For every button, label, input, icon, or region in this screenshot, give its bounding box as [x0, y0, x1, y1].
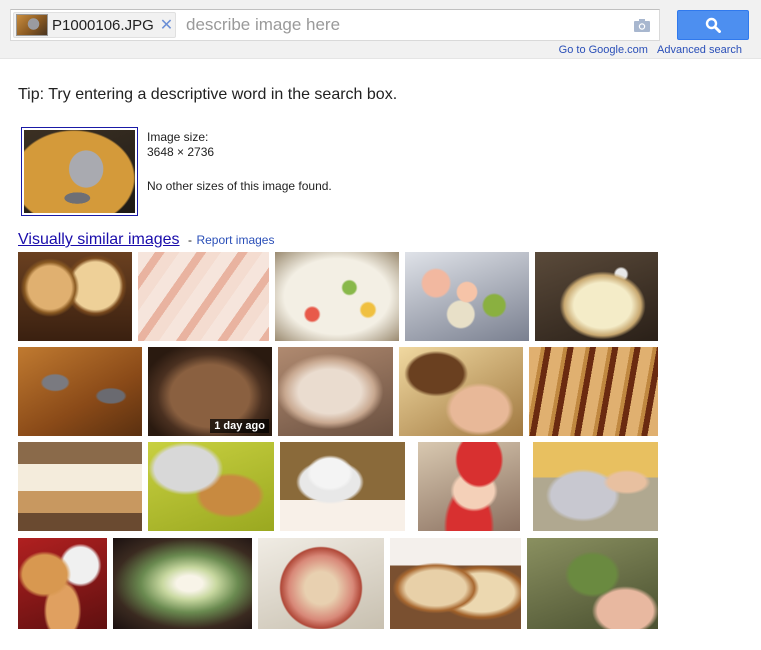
thumb-layered-cake[interactable]: [18, 442, 142, 531]
thumb-rice-salad[interactable]: [275, 252, 399, 341]
image-size-label: Image size:: [147, 130, 209, 144]
image-size-value: 3648 × 2736: [147, 145, 215, 159]
magnifier-icon: [705, 17, 721, 33]
top-search-bar: P1000106.JPG ✕ Go to Google.com Advanced…: [0, 0, 761, 59]
thumb-dog-with-person[interactable]: [148, 442, 274, 531]
thumb-pan-stew[interactable]: 1 day ago: [148, 347, 272, 436]
thumb-bread-slices[interactable]: [390, 538, 521, 629]
thumb-baked-fish[interactable]: [18, 347, 142, 436]
thumb-child-red-hat[interactable]: [418, 442, 520, 531]
advanced-search-link[interactable]: Advanced search: [657, 44, 742, 56]
thumb-sleeping-cat[interactable]: [278, 347, 393, 436]
visually-similar-link[interactable]: Visually similar images: [18, 231, 180, 248]
thumb-nebula[interactable]: [113, 538, 252, 629]
thumb-person-lying[interactable]: [533, 442, 658, 531]
thumb-baguettes[interactable]: [529, 347, 658, 436]
thumb-cream-dessert[interactable]: [535, 252, 658, 341]
search-box[interactable]: P1000106.JPG ✕: [10, 9, 660, 41]
header-links: Go to Google.com Advanced search: [553, 44, 742, 56]
search-input[interactable]: [186, 13, 626, 37]
thumb-sliced-fish[interactable]: [138, 252, 269, 341]
go-to-google-link[interactable]: Go to Google.com: [559, 44, 648, 56]
thumb-shrimp-plate[interactable]: [405, 252, 529, 341]
search-button[interactable]: [677, 10, 749, 40]
thumb-age-badge: 1 day ago: [210, 419, 269, 433]
camera-icon[interactable]: [633, 17, 651, 33]
thumb-kittens[interactable]: [18, 538, 107, 629]
query-image-chip-thumbnail: [16, 14, 48, 36]
query-image-thumbnail: [24, 130, 135, 213]
separator: -: [187, 233, 192, 247]
other-sizes-text: No other sizes of this image found.: [147, 179, 332, 193]
thumb-apple[interactable]: [258, 538, 384, 629]
thumb-cup-and-saucer[interactable]: [280, 442, 405, 531]
image-info: Image size: 3648 × 2736 No other sizes o…: [147, 130, 332, 194]
image-query-chip: P1000106.JPG ✕: [13, 12, 176, 38]
report-images-link[interactable]: Report images: [196, 233, 274, 247]
similar-images-header: Visually similar images - Report images: [18, 231, 274, 249]
thumb-dog-and-man[interactable]: [399, 347, 523, 436]
thumb-toy-frog[interactable]: [527, 538, 658, 629]
remove-image-icon[interactable]: ✕: [160, 15, 173, 35]
query-file-name: P1000106.JPG: [52, 16, 154, 34]
thumb-bread-pies[interactable]: [18, 252, 132, 341]
query-image-frame[interactable]: [21, 127, 138, 216]
search-tip: Tip: Try entering a descriptive word in …: [18, 86, 398, 103]
